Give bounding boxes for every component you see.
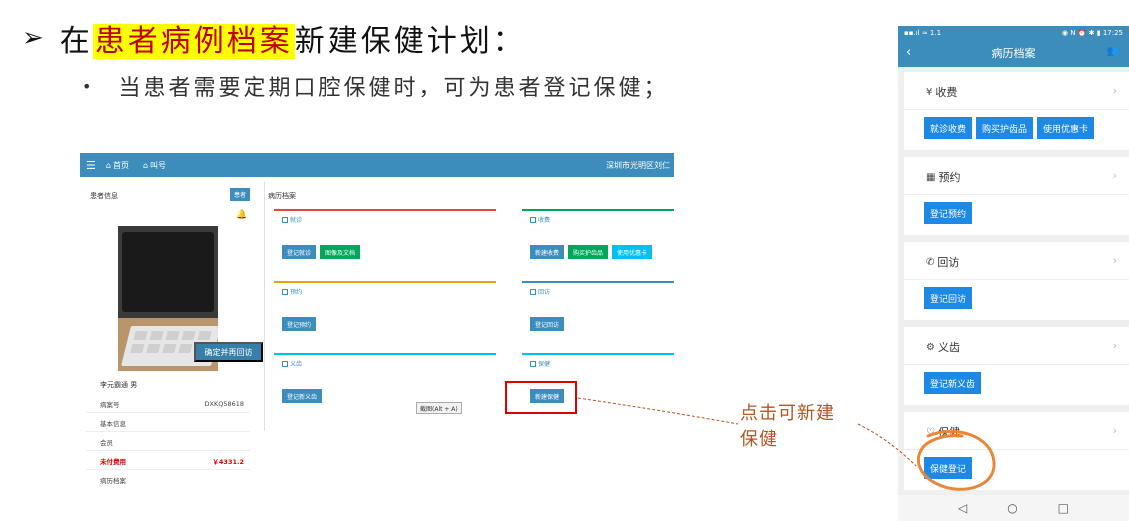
hand-drawn-circle [917,429,996,491]
pointer-line-right [857,423,917,467]
pointer-line-left [577,397,739,425]
annotation-overlay [577,397,996,491]
